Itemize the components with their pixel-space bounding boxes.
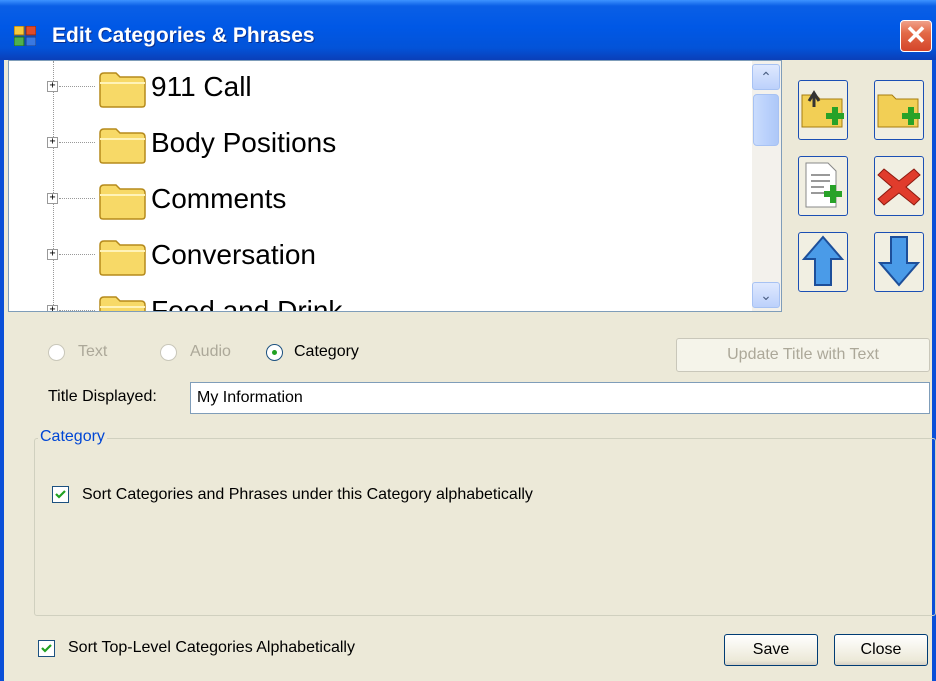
delete-icon — [877, 168, 921, 206]
tree-item-label: Food and Drink — [151, 295, 343, 312]
app-icon — [13, 25, 37, 47]
tree-item[interactable]: + Food and Drink — [9, 289, 749, 312]
move-up-icon — [801, 235, 845, 286]
tree-item[interactable]: + Comments — [9, 177, 749, 225]
tree-item-label: Conversation — [151, 239, 316, 270]
folder-icon — [97, 125, 147, 165]
tree-item-label: 911 Call — [151, 71, 252, 102]
tree-item-label: Body Positions — [151, 127, 337, 158]
scroll-down-button[interactable]: ⌄ — [752, 282, 780, 308]
checkmark-icon — [41, 644, 52, 653]
category-tree[interactable]: + 911 Call + Body Positions + Comments +… — [8, 60, 782, 312]
add-folder-icon — [877, 94, 920, 128]
tree-item[interactable]: + Conversation — [9, 233, 749, 281]
tree-connector — [59, 198, 95, 199]
add-category-button[interactable] — [874, 80, 924, 140]
folder-icon — [97, 181, 147, 221]
window-title: Edit Categories & Phrases — [52, 24, 315, 47]
category-group — [34, 438, 936, 616]
title-displayed-input[interactable] — [190, 382, 930, 414]
tree-connector — [59, 254, 95, 255]
expand-icon[interactable]: + — [47, 81, 58, 92]
close-icon: ✕ — [905, 20, 927, 50]
folder-icon — [97, 237, 147, 277]
tree-item[interactable]: + Body Positions — [9, 121, 749, 169]
tree-connector — [59, 310, 95, 311]
checkmark-icon — [55, 490, 66, 499]
folder-icon — [97, 69, 147, 109]
add-subcategory-button[interactable] — [798, 80, 848, 140]
folder-icon — [97, 293, 147, 311]
move-down-icon — [877, 236, 921, 287]
sort-top-level-checkbox[interactable] — [38, 640, 55, 657]
category-radio-label: Category — [294, 343, 359, 360]
tree-connector — [59, 86, 95, 87]
category-group-legend: Category — [38, 428, 107, 446]
sort-category-label: Sort Categories and Phrases under this C… — [82, 486, 533, 503]
text-radio[interactable] — [48, 344, 65, 361]
category-radio[interactable] — [266, 344, 283, 361]
move-down-button[interactable] — [874, 232, 924, 292]
expand-icon[interactable]: + — [47, 305, 58, 311]
close-window-button[interactable]: ✕ — [900, 20, 932, 52]
scroll-up-button[interactable]: ⌃ — [752, 64, 780, 90]
close-button[interactable]: Close — [834, 634, 928, 666]
chevron-up-icon: ⌃ — [760, 69, 772, 85]
chevron-down-icon: ⌄ — [760, 287, 772, 303]
save-button[interactable]: Save — [724, 634, 818, 666]
scroll-thumb[interactable] — [753, 94, 779, 146]
tree-item[interactable]: + 911 Call — [9, 65, 749, 113]
expand-icon[interactable]: + — [47, 137, 58, 148]
expand-icon[interactable]: + — [47, 193, 58, 204]
tree-item-label: Comments — [151, 183, 287, 214]
add-phrase-icon — [805, 162, 842, 208]
update-title-button[interactable]: Update Title with Text — [676, 338, 930, 372]
move-up-button[interactable] — [798, 232, 848, 292]
audio-radio[interactable] — [160, 344, 177, 361]
sort-category-checkbox[interactable] — [52, 486, 69, 503]
title-displayed-label: Title Displayed: — [48, 388, 157, 405]
tree-connector — [59, 142, 95, 143]
delete-button[interactable] — [874, 156, 924, 216]
expand-icon[interactable]: + — [47, 249, 58, 260]
add-phrase-button[interactable] — [798, 156, 848, 216]
audio-radio-label: Audio — [190, 343, 231, 360]
text-radio-label: Text — [78, 343, 108, 360]
sort-top-level-label: Sort Top-Level Categories Alphabetically — [68, 639, 355, 656]
add-subfolder-icon — [801, 90, 844, 128]
